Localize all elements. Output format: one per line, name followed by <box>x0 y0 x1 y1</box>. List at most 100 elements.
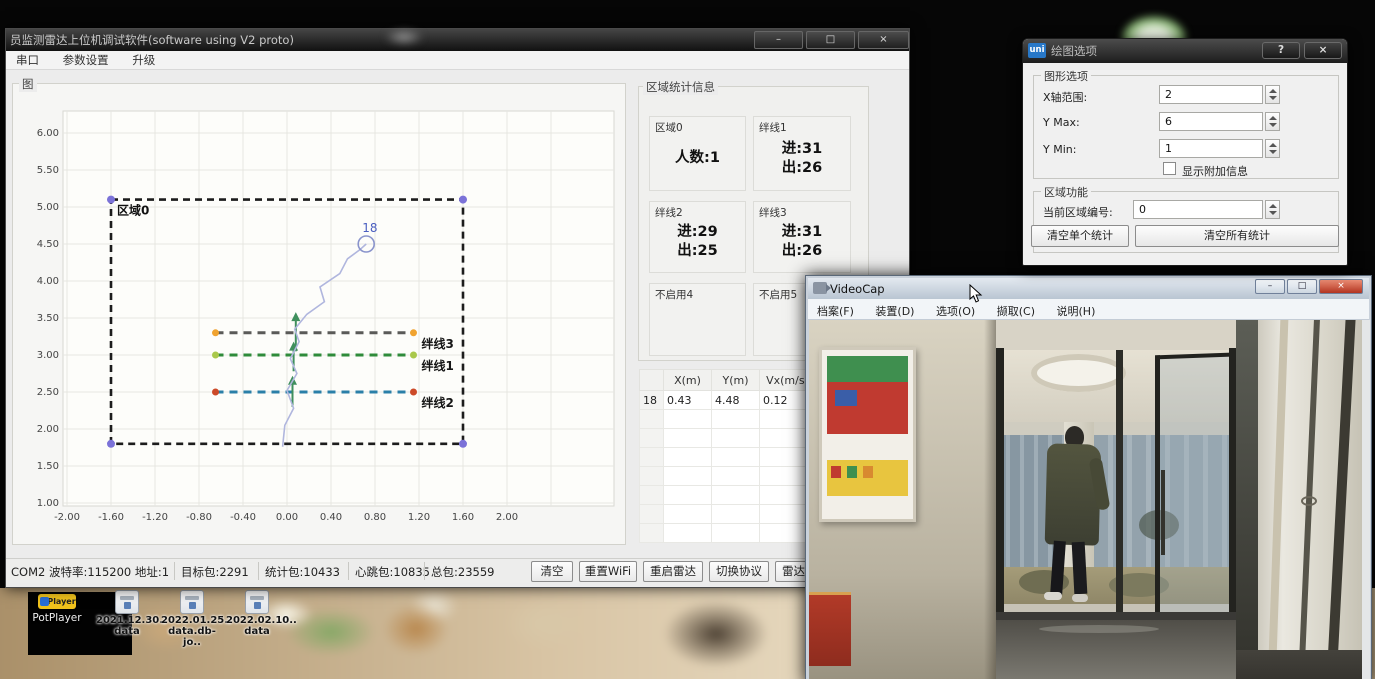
cell-empty <box>664 448 712 467</box>
cell-empty <box>640 524 664 543</box>
plot-options-dialog: uni 绘图选项 ? × 图形选项 X轴范围: 2 Y Max: 6 Y Min… <box>1022 38 1348 266</box>
cell-empty <box>712 410 760 429</box>
status-stat-pkts: 统计包:10433 <box>265 564 340 580</box>
desktop-shortcut-1[interactable]: 2021.12.30.. data <box>96 590 158 637</box>
stat-box-region0: 区域0 人数:1 <box>649 116 746 191</box>
svg-text:-2.00: -2.00 <box>54 512 80 523</box>
y-max-stepper[interactable] <box>1265 112 1280 131</box>
maximize-button[interactable]: □ <box>806 31 855 49</box>
minimize-button[interactable]: – <box>754 31 803 49</box>
poster-green-band <box>827 356 908 382</box>
svg-text:3.50: 3.50 <box>37 313 59 324</box>
stat-value: 进:31 <box>782 223 822 242</box>
close-button[interactable]: × <box>858 31 909 49</box>
svg-text:5.00: 5.00 <box>37 202 59 213</box>
cell-empty <box>712 524 760 543</box>
switch-protocol-button[interactable]: 切换协议 <box>709 561 769 582</box>
menu-capture[interactable]: 撷取(C) <box>988 299 1044 319</box>
menu-parameter-settings[interactable]: 参数设置 <box>53 51 119 70</box>
spin-down-icon[interactable] <box>1269 123 1277 127</box>
x-range-stepper[interactable] <box>1265 85 1280 104</box>
open-glass-door <box>1155 353 1231 640</box>
show-extra-info-checkbox[interactable] <box>1163 162 1176 175</box>
svg-text:0.40: 0.40 <box>320 512 342 523</box>
desktop-shortcut-3[interactable]: 2022.02.10.. data <box>226 590 288 637</box>
screen: Player PotPlayer 2021.12.30.. data 2022.… <box>0 0 1375 679</box>
canopy-skylight <box>1031 354 1126 392</box>
help-button[interactable]: ? <box>1262 42 1300 59</box>
spin-up-icon[interactable] <box>1269 116 1277 120</box>
divider <box>258 562 259 580</box>
menu-device[interactable]: 装置(D) <box>866 299 923 319</box>
floor-right-gloss <box>1236 650 1370 679</box>
clear-single-stats-button[interactable]: 清空单个统计 <box>1031 225 1129 247</box>
clear-button[interactable]: 清空 <box>531 561 573 582</box>
spin-up-icon[interactable] <box>1269 204 1277 208</box>
reset-wifi-button[interactable]: 重置WiFi <box>579 561 637 582</box>
col-x: X(m) <box>664 370 712 391</box>
stat-value: 人数:1 <box>675 149 720 168</box>
camera-icon <box>813 282 827 294</box>
svg-text:-0.40: -0.40 <box>230 512 256 523</box>
spin-down-icon[interactable] <box>1269 150 1277 154</box>
potplayer-label: PotPlayer <box>24 612 90 624</box>
door-jamb-left <box>996 348 1004 622</box>
fire-extinguisher-box <box>809 592 851 666</box>
stat-value: 出:26 <box>782 159 822 178</box>
status-com: COM2 波特率:115200 地址:1 <box>11 564 169 580</box>
poster-figure <box>863 466 873 478</box>
cell-empty <box>664 524 712 543</box>
desktop-shortcut-2[interactable]: 2022.01.25.. data.db-jo.. <box>161 590 223 648</box>
stat-value: 出:25 <box>677 242 717 261</box>
menu-help[interactable]: 说明(H) <box>1048 299 1105 319</box>
stat-label: 不启用5 <box>759 287 797 302</box>
mouse-cursor <box>969 284 983 304</box>
svg-text:绊线3: 绊线3 <box>422 336 454 351</box>
status-target-pkts: 目标包:2291 <box>181 564 249 580</box>
camera-feed <box>809 320 1370 679</box>
y-min-stepper[interactable] <box>1265 139 1280 158</box>
spin-down-icon[interactable] <box>1269 211 1277 215</box>
door-handle <box>1161 470 1165 555</box>
current-region-stepper[interactable] <box>1265 200 1280 219</box>
y-min-label: Y Min: <box>1043 143 1076 156</box>
shortcut-label: 2021.12.30.. <box>96 615 158 626</box>
video-right-edge <box>1362 320 1370 679</box>
cell-id: 18 <box>640 391 664 410</box>
svg-text:-0.80: -0.80 <box>186 512 212 523</box>
shortcut-label: data.db-jo.. <box>161 626 223 648</box>
dialog-close-button[interactable]: × <box>1304 42 1342 59</box>
person-shoe <box>1044 592 1062 600</box>
cell-x: 0.43 <box>664 391 712 410</box>
uni-app-icon: uni <box>1028 43 1046 58</box>
menu-file[interactable]: 档案(F) <box>808 299 863 319</box>
spin-up-icon[interactable] <box>1269 89 1277 93</box>
status-heartbeat: 心跳包:10835 <box>355 564 430 580</box>
svg-text:绊线2: 绊线2 <box>422 395 454 410</box>
spin-down-icon[interactable] <box>1269 96 1277 100</box>
stat-label: 不启用4 <box>655 287 693 302</box>
videocap-maximize-button[interactable]: □ <box>1287 279 1317 294</box>
cell-empty <box>640 505 664 524</box>
y-min-input[interactable]: 1 <box>1159 139 1263 158</box>
cell-empty <box>640 448 664 467</box>
wall-edge-shadow <box>984 320 996 679</box>
y-max-label: Y Max: <box>1043 116 1080 129</box>
svg-text:绊线1: 绊线1 <box>422 358 454 373</box>
stat-box-tripline2: 绊线2 进:29 出:25 <box>649 201 746 273</box>
videocap-close-button[interactable]: × <box>1319 279 1363 294</box>
desktop-icon-potplayer[interactable]: Player PotPlayer <box>24 594 90 624</box>
clear-all-stats-button[interactable]: 清空所有统计 <box>1135 225 1339 247</box>
menu-upgrade[interactable]: 升级 <box>122 51 165 70</box>
file-icon <box>180 590 204 614</box>
svg-text:0.00: 0.00 <box>276 512 298 523</box>
current-region-input[interactable]: 0 <box>1133 200 1263 219</box>
restart-radar-button[interactable]: 重启雷达 <box>643 561 703 582</box>
spin-up-icon[interactable] <box>1269 143 1277 147</box>
svg-text:2.00: 2.00 <box>496 512 518 523</box>
x-range-input[interactable]: 2 <box>1159 85 1263 104</box>
menu-serial-port[interactable]: 串口 <box>6 51 49 70</box>
videocap-minimize-button[interactable]: – <box>1255 279 1285 294</box>
videocap-window: VideoCap – □ × 档案(F) 装置(D) 选项(O) 撷取(C) 说… <box>805 275 1372 679</box>
y-max-input[interactable]: 6 <box>1159 112 1263 131</box>
